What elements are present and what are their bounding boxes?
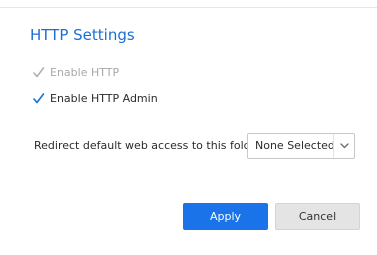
redirect-row: Redirect default web access to this fold… [34,135,265,157]
enable-http-admin-label: Enable HTTP Admin [50,92,158,105]
section-title: HTTP Settings [30,26,135,44]
redirect-folder-select[interactable]: None Selected [247,133,355,159]
checkmark-icon [32,92,45,105]
top-divider [0,7,377,8]
checkmark-icon [32,66,45,79]
chevron-down-icon[interactable] [333,134,354,158]
enable-http-checkbox[interactable]: Enable HTTP [32,65,119,81]
enable-http-admin-checkbox[interactable]: Enable HTTP Admin [32,91,158,107]
enable-http-label: Enable HTTP [50,66,120,79]
cancel-button[interactable]: Cancel [275,203,360,230]
apply-button[interactable]: Apply [183,203,268,230]
redirect-folder-value: None Selected [255,139,335,152]
redirect-label: Redirect default web access to this fold… [34,139,266,152]
